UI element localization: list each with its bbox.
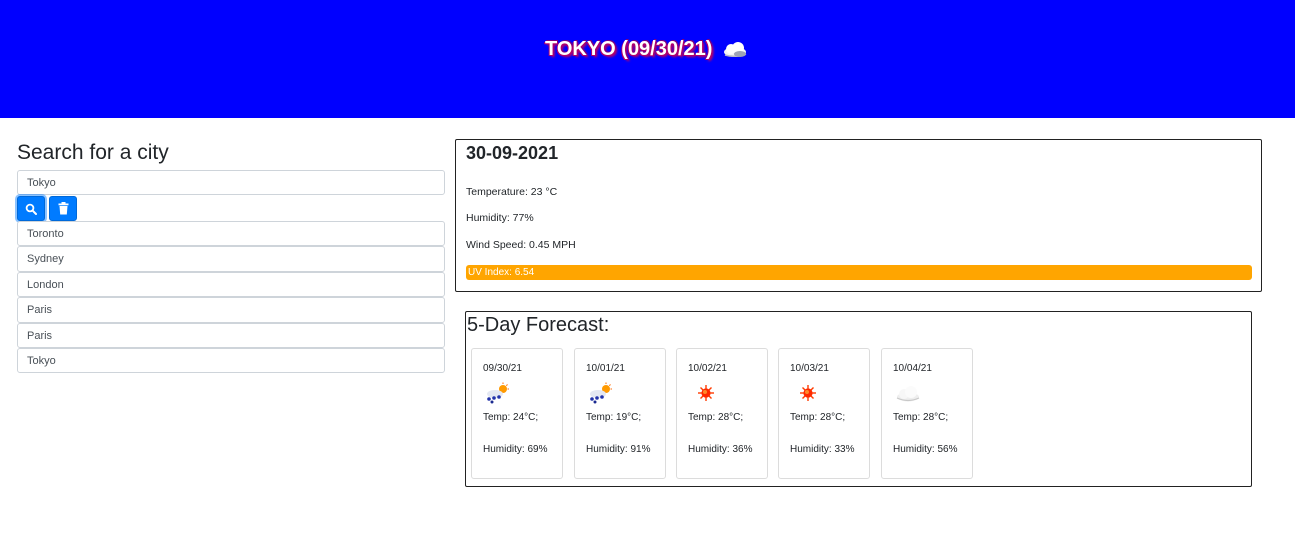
forecast-humidity: Humidity: 56%: [893, 444, 958, 455]
page-header: TOKYO (09/30/21): [0, 0, 1295, 118]
forecast-card: 09/30/21 Temp: 24°C; Humidity: 69%: [471, 348, 563, 479]
current-wind-speed: Wind Speed: 0.45 MPH: [466, 239, 576, 251]
history-item[interactable]: Sydney: [17, 246, 445, 272]
forecast-card: 10/02/21 Temp: 28°C; Humidity: 36%: [676, 348, 768, 479]
current-date: 30-09-2021: [466, 143, 559, 163]
history-item[interactable]: Tokyo: [17, 347, 445, 374]
current-weather-panel: 30-09-2021 Temperature: 23 °C Humidity: …: [455, 139, 1262, 292]
search-button[interactable]: [17, 196, 45, 221]
forecast-card: 10/01/21 Temp: 19°C; Humidity: 91%: [574, 348, 666, 479]
forecast-humidity: Humidity: 33%: [790, 444, 855, 455]
cloud-icon: [896, 386, 920, 402]
clear-history-button[interactable]: [49, 196, 77, 221]
page-title: TOKYO (09/30/21): [0, 38, 1295, 61]
forecast-temp: Temp: 19°C;: [586, 412, 642, 423]
trash-icon: [58, 202, 68, 215]
forecast-humidity: Humidity: 69%: [483, 444, 548, 455]
sun-icon: [800, 385, 816, 401]
header-title-text: TOKYO (09/30/21): [544, 38, 713, 60]
forecast-date: 10/01/21: [586, 363, 625, 374]
forecast-panel: 5-Day Forecast: 09/30/21 Temp: 24°C; Hum…: [465, 311, 1252, 487]
forecast-date: 10/04/21: [893, 363, 932, 374]
search-icon: [25, 203, 37, 215]
city-search-input[interactable]: [17, 170, 445, 195]
forecast-temp: Temp: 28°C;: [688, 412, 744, 423]
rain-sun-icon: [590, 382, 612, 404]
uv-index-bar: UV Index: 6.54: [466, 265, 1252, 280]
sun-icon: [698, 385, 714, 401]
current-humidity: Humidity: 77%: [466, 212, 534, 224]
forecast-temp: Temp: 28°C;: [893, 412, 949, 423]
cloud-icon: [724, 41, 747, 57]
search-heading: Search for a city: [17, 141, 169, 164]
forecast-temp: Temp: 24°C;: [483, 412, 539, 423]
forecast-humidity: Humidity: 36%: [688, 444, 753, 455]
current-temperature: Temperature: 23 °C: [466, 186, 558, 198]
rain-sun-icon: [487, 382, 509, 404]
search-history-list: Toronto Sydney London Paris Paris Tokyo: [17, 221, 445, 374]
history-item[interactable]: Toronto: [17, 221, 445, 247]
forecast-card: 10/04/21 Temp: 28°C; Humidity: 56%: [881, 348, 973, 479]
forecast-humidity: Humidity: 91%: [586, 444, 651, 455]
forecast-temp: Temp: 28°C;: [790, 412, 846, 423]
forecast-date: 10/02/21: [688, 363, 727, 374]
forecast-date: 09/30/21: [483, 363, 522, 374]
history-item[interactable]: London: [17, 271, 445, 298]
forecast-heading: 5-Day Forecast:: [467, 314, 610, 336]
history-item[interactable]: Paris: [17, 297, 445, 323]
history-item[interactable]: Paris: [17, 322, 445, 348]
forecast-date: 10/03/21: [790, 363, 829, 374]
forecast-card: 10/03/21 Temp: 28°C; Humidity: 33%: [778, 348, 870, 479]
